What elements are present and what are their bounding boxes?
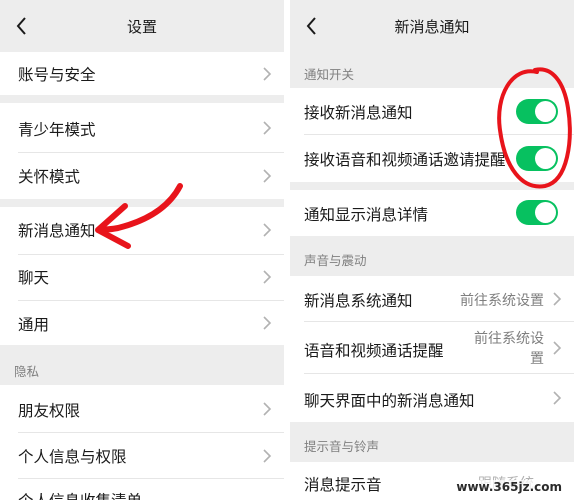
setting-new-message-system-notify[interactable]: 新消息系统通知 前往系统设置 — [290, 276, 574, 322]
settings-item-label: 新消息通知 — [18, 222, 96, 240]
settings-item-label: 账号与安全 — [18, 66, 96, 84]
chevron-right-icon — [553, 292, 562, 306]
chevron-right-icon — [263, 316, 272, 330]
setting-receive-voice-video: 接收语音和视频通话邀请提醒 — [290, 135, 574, 182]
page-title: 设置 — [126, 18, 157, 36]
show-message-detail-toggle[interactable] — [516, 200, 558, 225]
section-label: 通知开关 — [304, 67, 355, 82]
settings-item-friend-permissions[interactable]: 朋友权限 — [0, 385, 284, 433]
setting-chat-interface-notify[interactable]: 聊天界面中的新消息通知 — [290, 374, 574, 422]
settings-item-label: 个人信息与权限 — [18, 448, 127, 466]
settings-panel: 设置 账号与安全 青少年模式 关怀模式 新消息通知 聊天 通用 隐私 朋友权限 … — [0, 0, 284, 500]
chevron-right-icon — [263, 223, 272, 237]
section-header-tone-ringtone: 提示音与铃声 — [290, 422, 574, 462]
watermark-text: www.365jz.com — [452, 480, 566, 494]
section-header-notify-switch: 通知开关 — [290, 52, 574, 88]
settings-item-general[interactable]: 通用 — [0, 301, 284, 345]
setting-value: 前往系统设 — [474, 331, 544, 347]
chevron-right-icon — [263, 449, 272, 463]
settings-item-care-mode[interactable]: 关怀模式 — [0, 153, 284, 199]
setting-value-wrap: 置 — [530, 351, 544, 367]
chevron-right-icon — [263, 67, 272, 81]
settings-item-teen-mode[interactable]: 青少年模式 — [0, 103, 284, 153]
chevron-right-icon — [263, 169, 272, 183]
new-message-notify-panel: 新消息通知 通知开关 接收新消息通知 接收语音和视频通话邀请提醒 通知显示消息详… — [290, 0, 574, 500]
settings-item-label: 朋友权限 — [18, 402, 81, 420]
chevron-right-icon — [263, 270, 272, 284]
chevron-right-icon — [263, 402, 272, 416]
section-header-privacy: 隐私 — [0, 345, 284, 385]
section-label: 提示音与铃声 — [304, 439, 380, 454]
section-header-sound-vibration: 声音与震动 — [290, 236, 574, 276]
chevron-right-icon — [263, 121, 272, 135]
setting-receive-new-message: 接收新消息通知 — [290, 88, 574, 135]
receive-new-message-toggle[interactable] — [516, 99, 558, 124]
toggle-knob — [535, 101, 556, 122]
setting-label: 接收新消息通知 — [304, 104, 413, 122]
notify-header: 新消息通知 — [290, 0, 574, 52]
setting-label: 新消息系统通知 — [304, 292, 413, 310]
receive-voice-video-toggle[interactable] — [516, 146, 558, 171]
settings-item-label: 关怀模式 — [18, 168, 81, 186]
settings-item-label: 聊天 — [18, 269, 50, 287]
setting-label: 接收语音和视频通话邀请提醒 — [304, 151, 506, 169]
setting-voice-video-reminder[interactable]: 语音和视频通话提醒 前往系统设 置 — [290, 322, 574, 374]
settings-header: 设置 — [0, 0, 284, 52]
settings-item-new-message-notify[interactable]: 新消息通知 — [0, 207, 284, 255]
section-label: 声音与震动 — [304, 253, 367, 268]
chevron-right-icon — [553, 341, 562, 355]
toggle-knob — [535, 148, 556, 169]
setting-label: 语音和视频通话提醒 — [304, 342, 444, 360]
setting-label: 聊天界面中的新消息通知 — [304, 392, 475, 410]
settings-item-personal-info-permissions[interactable]: 个人信息与权限 — [0, 433, 284, 479]
settings-item-label: 个人信息收集清单 — [18, 489, 142, 500]
settings-item-account-security[interactable]: 账号与安全 — [0, 52, 284, 95]
settings-item-personal-info-collection[interactable]: 个人信息收集清单 — [0, 479, 284, 500]
settings-item-chat[interactable]: 聊天 — [0, 255, 284, 301]
setting-show-message-detail: 通知显示消息详情 — [290, 190, 574, 236]
setting-value: 前往系统设置 — [460, 293, 544, 309]
setting-label: 通知显示消息详情 — [304, 206, 429, 224]
section-label: 隐私 — [14, 364, 40, 379]
settings-item-label: 通用 — [18, 316, 50, 334]
chevron-right-icon — [553, 391, 562, 405]
toggle-knob — [535, 202, 556, 223]
page-title: 新消息通知 — [394, 18, 470, 36]
setting-label: 消息提示音 — [304, 476, 382, 494]
settings-item-label: 青少年模式 — [18, 121, 96, 139]
